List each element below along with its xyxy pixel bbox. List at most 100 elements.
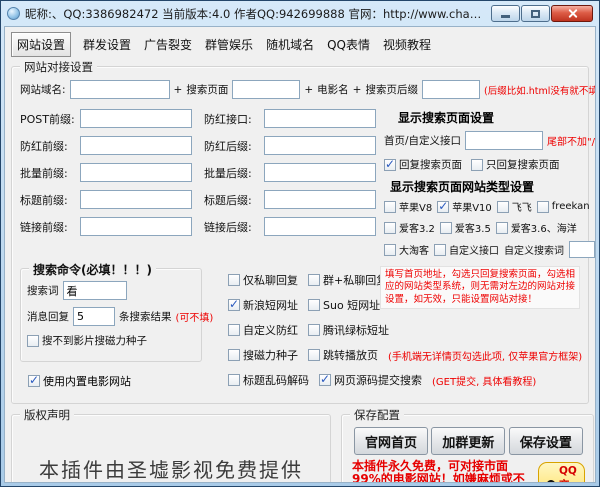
app-window: 昵称:、QQ:3386982472 当前版本:4.0 作者QQ:94269988… [0,0,600,487]
form-row: 链接前缀: 链接后缀: [20,217,380,236]
checkbox-sina-short-url[interactable]: 新浪短网址 [228,297,298,313]
app-icon [7,7,20,20]
checkbox-group-and-private[interactable]: 群+私聊回复 [308,272,387,288]
maximize-button[interactable] [521,5,550,22]
qq-chat-badge[interactable]: QQ交谈 [538,462,585,483]
checkbox-aike-3-2[interactable]: 爱客3.2 [384,220,435,235]
tab-random-domain[interactable]: 随机域名 [265,33,315,56]
checkbox-label: 搜不到影片搜磁力种子 [42,333,147,348]
tab-group-fun[interactable]: 群管娱乐 [204,33,254,56]
checkbox-jump-play-page[interactable]: 跳转播放页 [308,347,378,363]
checkbox-title-decode[interactable]: 标题乱码解码 [228,372,309,388]
antired-prefix-input[interactable] [80,136,192,155]
qq-penguin-icon [546,480,556,483]
antired-api-label: 防红接口: [204,111,264,127]
checkbox-aike-3-6-ocean[interactable]: 爱客3.6、海洋 [496,220,577,235]
checkbox-label: 腾讯绿标短址 [323,322,389,338]
option-note: (手机端无详情页勾选此项, 仅苹果官方框架) [388,348,582,363]
checkbox-label: 自定义接口 [449,242,499,257]
custom-search-word-label: 自定义搜索词 [504,242,564,257]
checkbox-apple-v10[interactable]: 苹果V10 [437,199,492,214]
plus-sign: + [174,84,183,96]
home-api-label: 首页/自定义接口 [384,133,461,148]
tab-ad-fission[interactable]: 广告裂变 [143,33,193,56]
batch-prefix-input[interactable] [80,163,192,182]
checkbox-only-reply-search-page[interactable]: 只回复搜索页面 [471,157,560,172]
tab-video-tutorial[interactable]: 视频教程 [382,33,432,56]
tab-site-settings[interactable]: 网站设置 [11,32,71,57]
reply-count-input[interactable] [73,307,115,326]
domain-input[interactable] [70,80,170,99]
custom-search-word-input[interactable] [569,241,595,258]
checkbox-box [496,222,508,234]
notice-row: 本插件永久免费，可对接市面99%的电影网站！如嫌麻烦或不会配置，请联系作者收费配… [352,460,585,483]
checkbox-box [440,222,452,234]
checkbox-aike-3-5[interactable]: 爱客3.5 [440,220,491,235]
join-group-update-button[interactable]: 加群更新 [431,427,505,455]
checkbox-box [308,299,320,311]
checkbox-label: freekan [552,201,590,212]
checkbox-custom-api[interactable]: 自定义接口 [434,242,499,257]
minimize-button[interactable] [491,5,520,22]
save-settings-button[interactable]: 保存设置 [509,427,583,455]
tab-mass-send[interactable]: 群发设置 [82,33,132,56]
reply-count-suffix: 条搜索结果 [119,309,172,324]
site-type-row-1: 苹果V8 苹果V10 飞飞 freekan [384,199,596,214]
close-button[interactable] [551,5,593,22]
checkbox-label: 标题乱码解码 [243,372,309,388]
checkbox-box [228,349,240,361]
checkbox-box [319,374,331,386]
form-row: 防红前缀: 防红后缀: [20,136,380,155]
link-suffix-input[interactable] [264,217,376,236]
search-word-input[interactable] [63,281,127,300]
tab-qq-emoji[interactable]: QQ表情 [326,33,371,56]
title-suffix-input[interactable] [264,190,376,209]
antired-api-input[interactable] [264,109,376,128]
checkbox-private-chat-only[interactable]: 仅私聊回复 [228,272,298,288]
antired-suffix-input[interactable] [264,136,376,155]
checkbox-search-magnet[interactable]: 搜磁力种子 [228,347,298,363]
checkbox-box [308,324,320,336]
checkbox-feifei[interactable]: 飞飞 [497,199,532,214]
post-prefix-input[interactable] [80,109,192,128]
checkbox-apple-v8[interactable]: 苹果V8 [384,199,432,214]
title-prefix-input[interactable] [80,190,192,209]
search-suffix-input[interactable] [422,80,480,99]
antired-suffix-label: 防红后缀: [204,138,264,154]
batch-suffix-input[interactable] [264,163,376,182]
home-api-row: 首页/自定义接口 尾部不加"/" [384,131,596,150]
checkbox-source-submit-search[interactable]: 网页源码提交搜索 [319,372,422,388]
site-connect-group: 网站对接设置 网站域名: + 搜索页面 + 电影名 + 搜索页后缀 (后缀比如.… [11,66,589,404]
checkbox-label: 爱客3.2 [399,220,435,235]
search-word-row: 搜索词 [27,281,195,300]
link-prefix-input[interactable] [80,217,192,236]
checkbox-custom-antired[interactable]: 自定义防红 [228,322,298,338]
checkbox-label: 回复搜索页面 [399,157,462,172]
checkbox-label: 使用内置电影网站 [43,373,131,389]
home-api-input[interactable] [465,131,543,150]
site-type-row-3: 大淘客 自定义接口 自定义搜索词 [384,241,596,258]
titlebar[interactable]: 昵称:、QQ:3386982472 当前版本:4.0 作者QQ:94269988… [4,1,596,26]
window-controls [491,5,593,22]
checkbox-freekan[interactable]: freekan [537,201,590,213]
domain-label: 网站域名: [20,82,66,97]
checkbox-box [228,324,240,336]
checkbox-dataoke[interactable]: 大淘客 [384,242,429,257]
usage-hint: 填写首页地址，勾选只回复搜索页面，勾选相应的网站类型系统，则无需对左边的网站对接… [380,266,580,309]
homepage-button[interactable]: 官网首页 [354,427,428,455]
reply-count-label: 消息回复 [27,309,69,324]
bottom-band: 版权声明 本插件由圣墟影视免费提供 保存配置 官网首页 加群更新 保存设置 本插… [11,414,589,483]
checkbox-label: 爱客3.5 [455,220,491,235]
checkbox-box [497,201,509,213]
checkbox-builtin-movie-site[interactable]: 使用内置电影网站 [28,373,131,389]
checkbox-tencent-green-url[interactable]: 腾讯绿标短址 [308,322,389,338]
checkbox-reply-search-page[interactable]: 回复搜索页面 [384,157,462,172]
checkbox-suo-short-url[interactable]: Suo 短网址 [308,297,380,313]
home-api-note: 尾部不加"/" [547,133,596,148]
checkbox-label: 大淘客 [399,242,429,257]
checkbox-label: 苹果V10 [452,199,492,214]
search-word-label: 搜索词 [27,283,59,298]
checkbox-label: 新浪短网址 [243,297,298,313]
checkbox-magnet-fallback[interactable]: 搜不到影片搜磁力种子 [27,333,147,348]
search-page-input[interactable] [232,80,300,99]
